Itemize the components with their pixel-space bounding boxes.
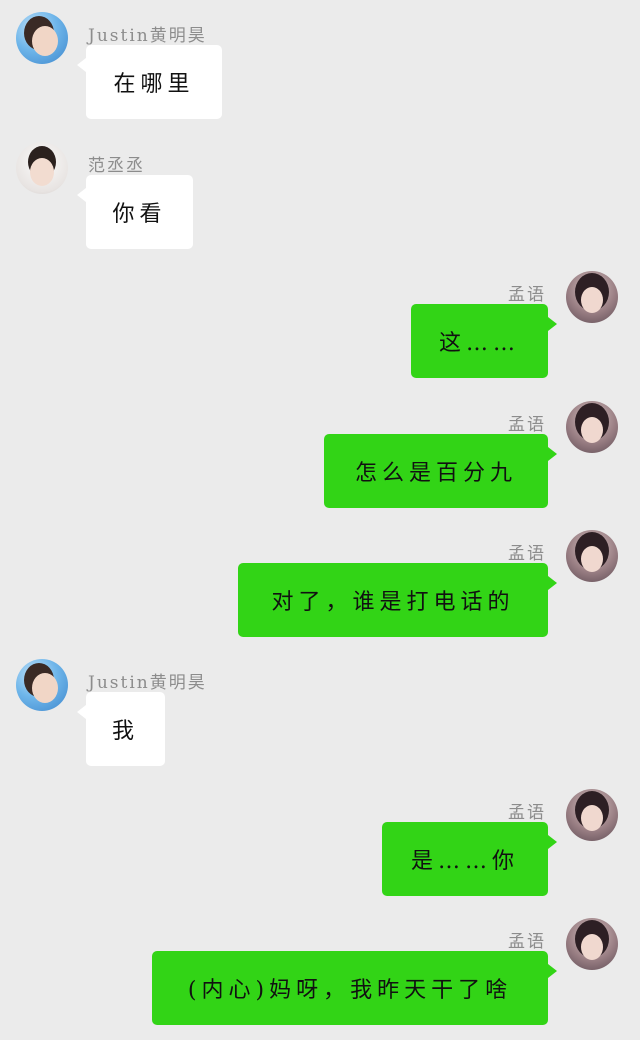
avatar-meng-icon[interactable]: [566, 530, 618, 582]
message-bubble[interactable]: 是……你: [382, 822, 557, 896]
avatar-meng-icon[interactable]: [566, 271, 618, 323]
sender-name: Justin黄明昊: [88, 26, 207, 46]
sender-name: 范丞丞: [88, 156, 145, 176]
avatar-fan-icon[interactable]: [16, 142, 68, 194]
message-bubble[interactable]: 我: [77, 692, 165, 766]
avatar-justin-icon[interactable]: [16, 12, 68, 64]
message-bubble[interactable]: (内心)妈呀，我昨天干了啥: [152, 951, 557, 1025]
sender-name: 孟语: [508, 544, 546, 564]
message-bubble[interactable]: 对了，谁是打电话的: [238, 563, 557, 637]
message-bubble[interactable]: 在哪里: [77, 45, 222, 119]
sender-name: 孟语: [508, 932, 546, 952]
sender-name: 孟语: [508, 415, 546, 435]
message-bubble[interactable]: 怎么是百分九: [324, 434, 557, 508]
sender-name: Justin黄明昊: [88, 673, 207, 693]
message-bubble[interactable]: 你看: [77, 175, 193, 249]
message-bubble[interactable]: 这……: [411, 304, 557, 378]
avatar-meng-icon[interactable]: [566, 789, 618, 841]
avatar-justin-icon[interactable]: [16, 659, 68, 711]
avatar-meng-icon[interactable]: [566, 401, 618, 453]
avatar-meng-icon[interactable]: [566, 918, 618, 970]
sender-name: 孟语: [508, 803, 546, 823]
sender-name: 孟语: [508, 285, 546, 305]
